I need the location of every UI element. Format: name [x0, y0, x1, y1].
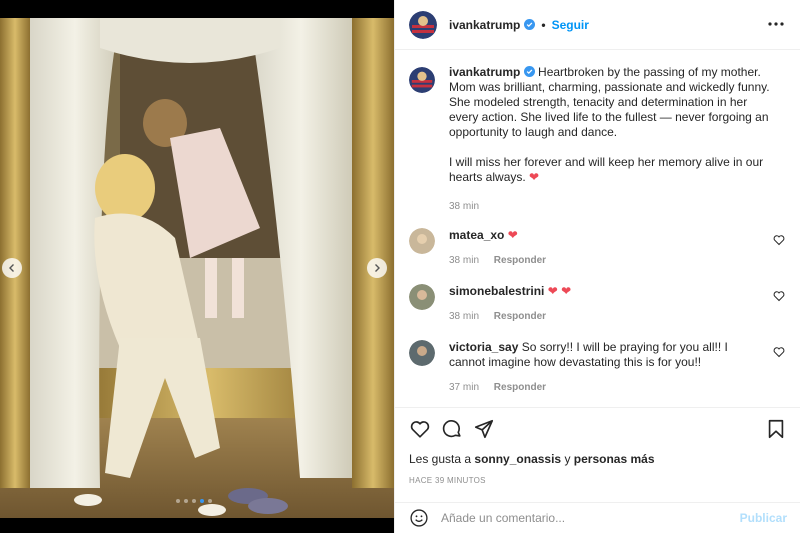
commenter-picture: [409, 284, 435, 310]
likes-user[interactable]: sonny_onassis: [474, 452, 561, 466]
caption-username[interactable]: ivankatrump: [449, 65, 520, 79]
avatar[interactable]: [409, 10, 437, 39]
comment-text: matea_xo ❤ 38 min Responder: [449, 228, 759, 268]
avatar[interactable]: [409, 228, 435, 254]
avatar[interactable]: [409, 340, 435, 366]
post-caption: ivankatrump Heartbroken by the passing o…: [409, 65, 787, 214]
add-comment-bar: Publicar: [395, 502, 800, 533]
commenter-picture: [409, 340, 435, 366]
carousel-dot-active: [200, 499, 204, 503]
carousel-indicator: [176, 499, 212, 503]
heart-emoji: ❤: [507, 228, 518, 242]
heart-emoji: ❤ ❤: [547, 284, 572, 298]
photo-illustration: [0, 18, 394, 518]
comment-icon[interactable]: [441, 418, 463, 440]
caption-paragraph-2: I will miss her forever and will keep he…: [449, 155, 764, 184]
comment-text: simonebalestrini ❤ ❤ 38 min Responder: [449, 284, 759, 324]
share-icon[interactable]: [473, 418, 495, 440]
heart-outline-icon[interactable]: [773, 234, 785, 246]
comment-item: victoria_say So sorry!! I will be prayin…: [409, 340, 787, 395]
carousel-next-button[interactable]: [367, 258, 387, 278]
comment-username[interactable]: simonebalestrini: [449, 284, 544, 298]
comment-time: 37 min: [449, 382, 480, 393]
comment-meta: 38 min Responder: [449, 253, 759, 268]
comment-text: victoria_say So sorry!! I will be prayin…: [449, 340, 759, 395]
post-media: [0, 0, 394, 533]
action-bar: [409, 408, 787, 450]
chevron-right-icon: [375, 264, 380, 272]
verified-badge: [524, 18, 536, 32]
comment-item: matea_xo ❤ 38 min Responder: [409, 228, 787, 268]
verified-badge-icon: [524, 18, 536, 30]
reply-button[interactable]: Responder: [494, 311, 546, 322]
follow-button[interactable]: Seguir: [552, 18, 589, 32]
comments-list[interactable]: ivankatrump Heartbroken by the passing o…: [395, 51, 800, 407]
post-actions: Les gusta a sonny_onassis y personas más…: [395, 407, 800, 485]
post-timestamp: HACE 39 MINUTOS: [409, 476, 486, 485]
heart-outline-icon[interactable]: [773, 290, 785, 302]
post-author-username[interactable]: ivankatrump: [449, 18, 520, 32]
heart-outline-icon[interactable]: [409, 418, 431, 440]
likes-others-link[interactable]: personas más: [574, 452, 655, 466]
profile-picture: [409, 67, 435, 93]
heart-emoji: ❤: [529, 170, 540, 184]
heart-outline-icon[interactable]: [773, 346, 785, 358]
avatar[interactable]: [409, 67, 435, 93]
carousel-dot: [192, 499, 196, 503]
reply-button[interactable]: Responder: [494, 382, 546, 393]
comment-username[interactable]: victoria_say: [449, 340, 518, 354]
carousel-dot: [176, 499, 180, 503]
avatar[interactable]: [409, 284, 435, 310]
caption-text: ivankatrump Heartbroken by the passing o…: [449, 65, 779, 214]
caption-time: 38 min: [449, 201, 480, 212]
verified-badge-icon: [523, 66, 535, 77]
commenter-picture: [409, 228, 435, 254]
profile-picture: [409, 10, 437, 39]
comment-time: 38 min: [449, 255, 480, 266]
post-photo: [0, 18, 394, 518]
comment-meta: 38 min Responder: [449, 309, 759, 324]
bookmark-icon[interactable]: [765, 418, 787, 440]
comment-time: 38 min: [449, 311, 480, 322]
comment-username[interactable]: matea_xo: [449, 228, 504, 242]
likes-summary: Les gusta a sonny_onassis y personas más: [409, 452, 787, 466]
carousel-dot: [208, 499, 212, 503]
comment-item: simonebalestrini ❤ ❤ 38 min Responder: [409, 284, 787, 324]
emoji-icon[interactable]: [409, 508, 429, 528]
reply-button[interactable]: Responder: [494, 255, 546, 266]
comment-meta: 37 min Responder: [449, 380, 759, 395]
likes-prefix: Les gusta a: [409, 452, 472, 466]
post-sidebar: ivankatrump • Seguir ivankatrump Heartbr…: [394, 0, 800, 533]
chevron-left-icon: [9, 264, 14, 272]
comment-input[interactable]: [441, 511, 740, 525]
more-options-icon[interactable]: [766, 14, 786, 34]
post-header: ivankatrump • Seguir: [395, 0, 800, 50]
carousel-dot: [184, 499, 188, 503]
publish-button[interactable]: Publicar: [740, 511, 787, 525]
likes-connector: y: [564, 452, 571, 466]
carousel-prev-button[interactable]: [2, 258, 22, 278]
header-separator: •: [541, 17, 546, 32]
